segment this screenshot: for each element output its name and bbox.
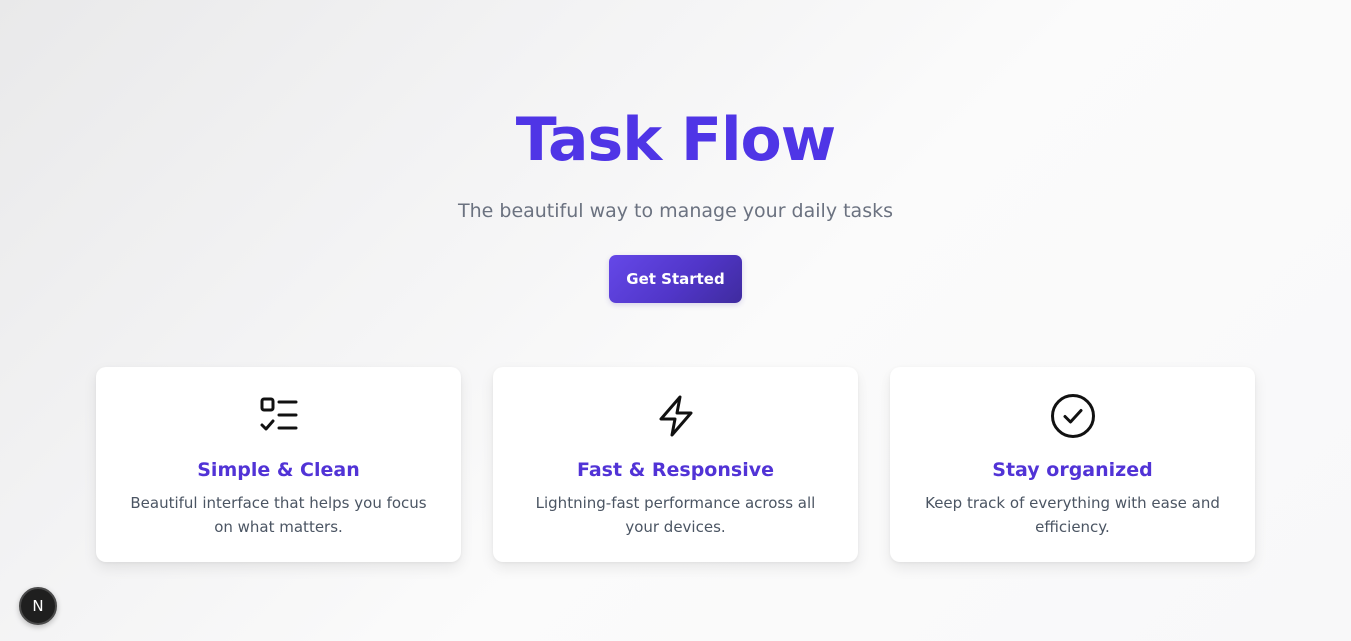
get-started-button[interactable]: Get Started bbox=[609, 255, 742, 303]
feature-title: Fast & Responsive bbox=[577, 459, 774, 481]
feature-card-simple-clean: Simple & Clean Beautiful interface that … bbox=[96, 367, 461, 562]
page-subtitle: The beautiful way to manage your daily t… bbox=[458, 200, 893, 222]
nextjs-icon[interactable]: N bbox=[19, 587, 57, 625]
checklist-icon bbox=[256, 393, 302, 439]
page-title: Task Flow bbox=[515, 105, 836, 175]
feature-card-stay-organized: Stay organized Keep track of everything … bbox=[890, 367, 1255, 562]
feature-description: Keep track of everything with ease and e… bbox=[925, 494, 1220, 536]
feature-title: Simple & Clean bbox=[197, 459, 360, 481]
lightning-bolt-icon bbox=[653, 393, 699, 439]
feature-card-fast-responsive: Fast & Responsive Lightning-fast perform… bbox=[493, 367, 858, 562]
check-circle-icon bbox=[1050, 393, 1096, 439]
feature-description: Lightning-fast performance across all yo… bbox=[535, 494, 816, 536]
feature-title: Stay organized bbox=[992, 459, 1153, 481]
feature-description: Beautiful interface that helps you focus… bbox=[130, 494, 427, 536]
